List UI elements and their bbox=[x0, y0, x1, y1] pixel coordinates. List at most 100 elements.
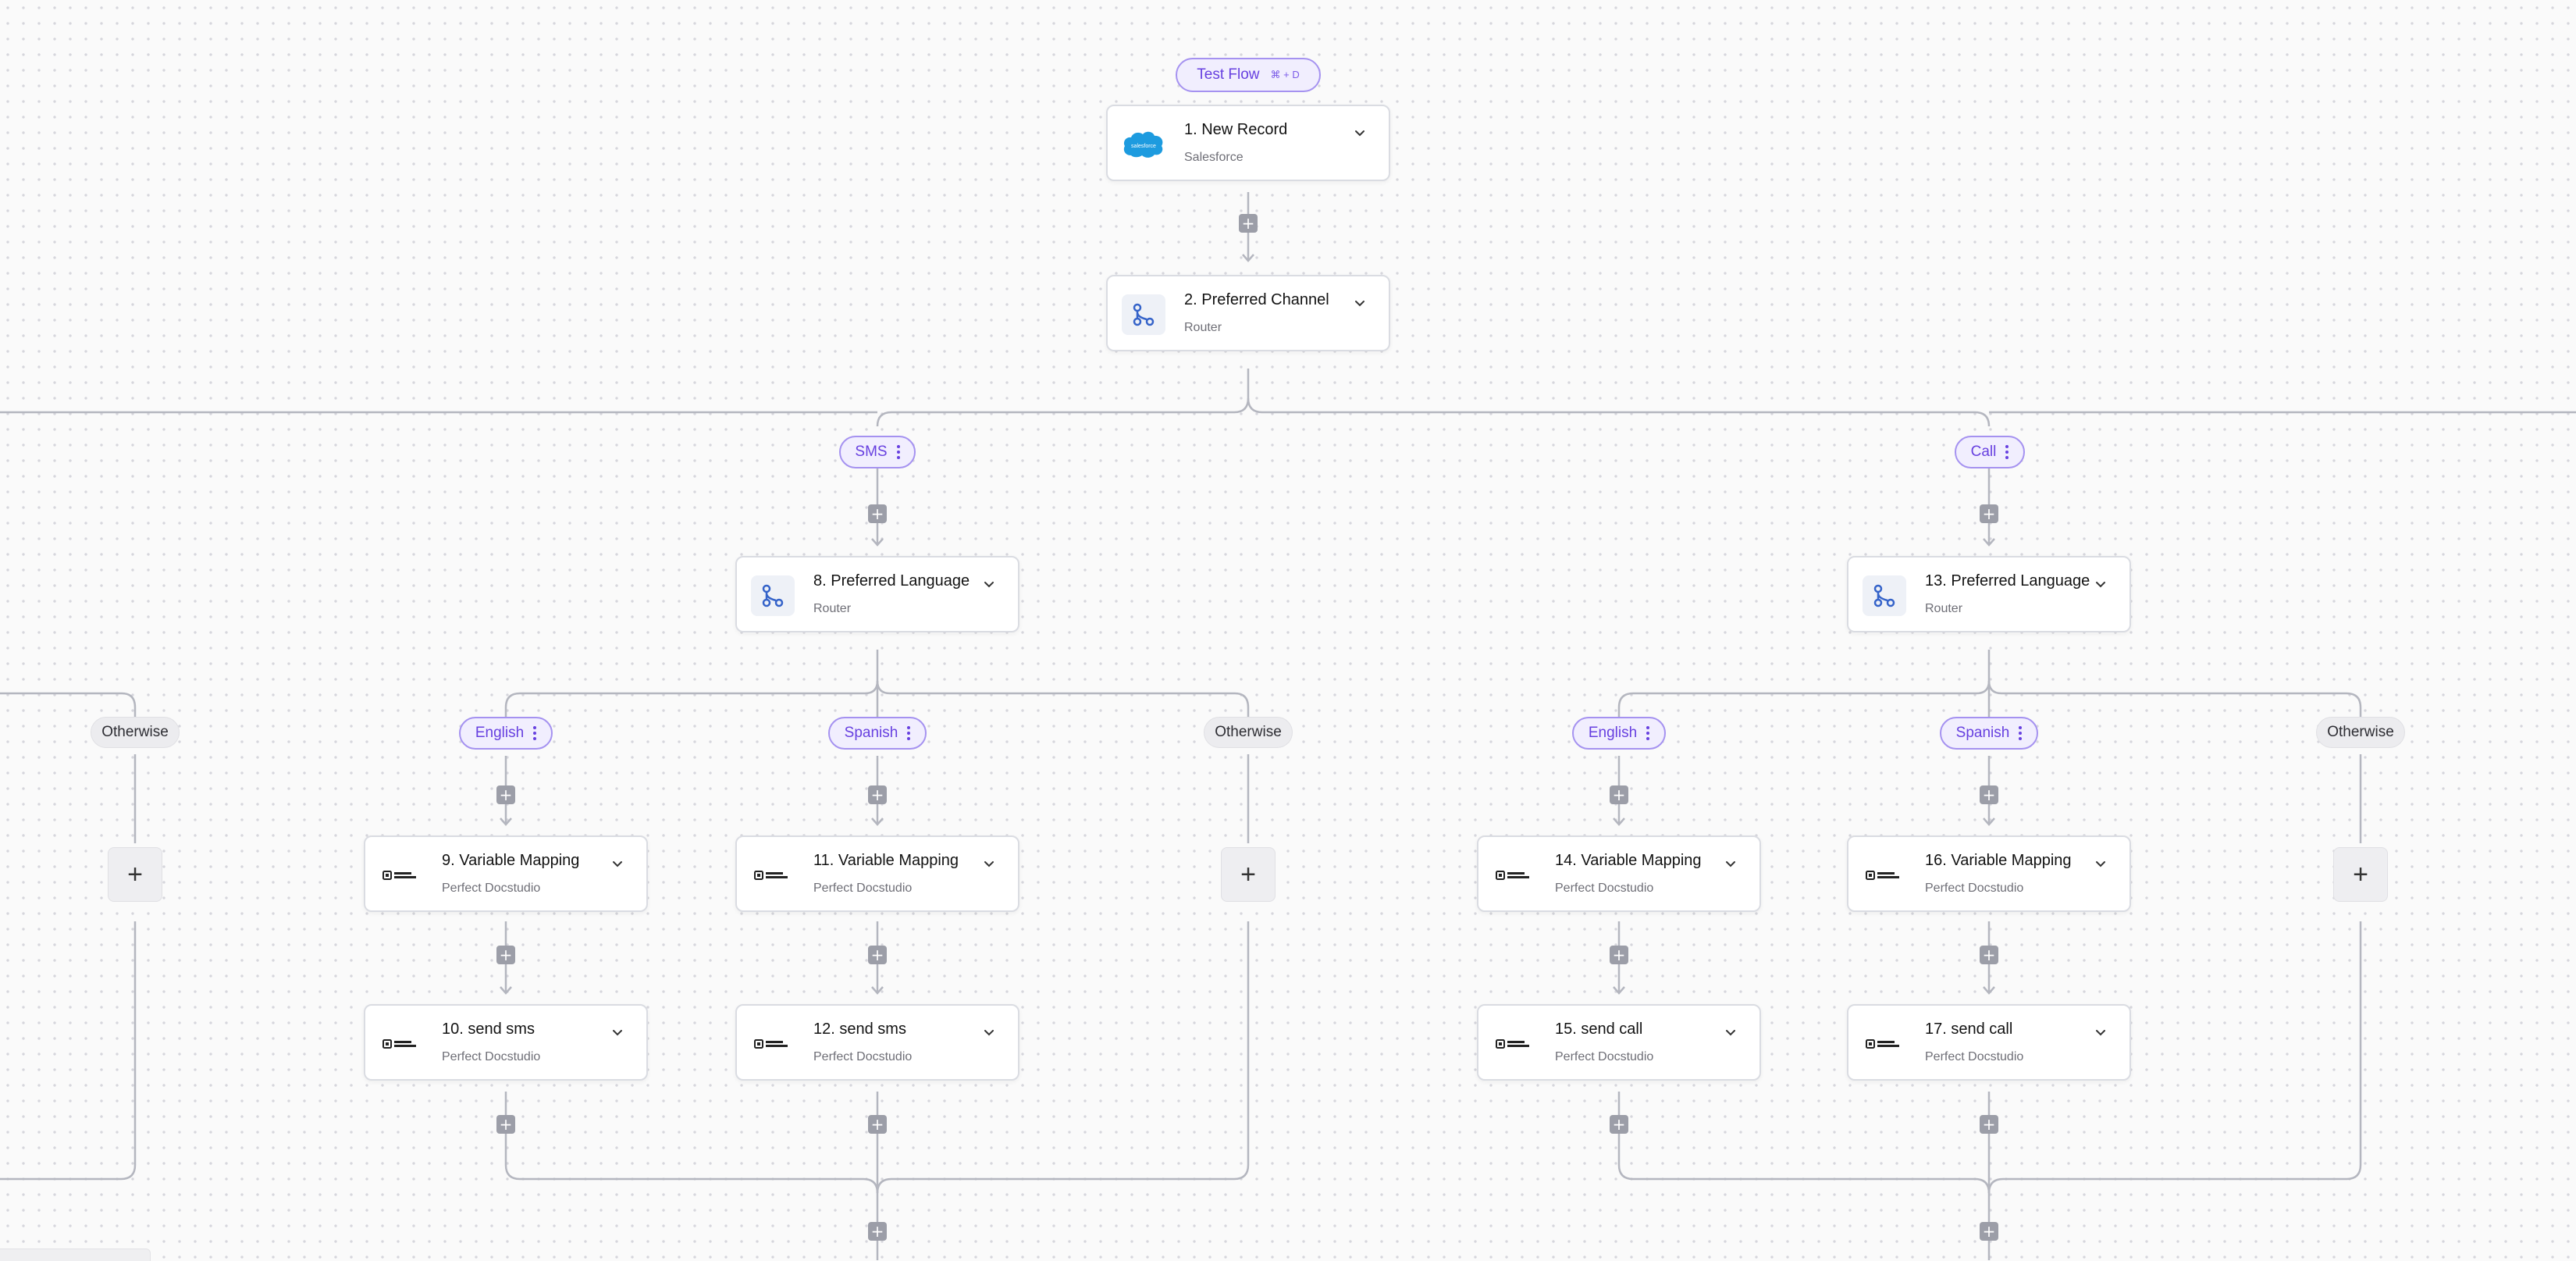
insert-step-plus-icon[interactable]: + bbox=[1980, 1115, 1998, 1134]
chevron-down-icon[interactable] bbox=[610, 1026, 624, 1044]
step-app: Perfect Docstudio bbox=[813, 882, 913, 895]
perfect-docstudio-logo-icon bbox=[1863, 855, 1906, 896]
branch-pill-spanish[interactable]: Spanish bbox=[828, 717, 927, 750]
insert-step-plus-icon[interactable]: + bbox=[868, 1115, 887, 1134]
step-title: 9. Variable Mapping bbox=[442, 852, 580, 869]
insert-step-plus-icon[interactable]: + bbox=[868, 946, 887, 964]
step-title: 16. Variable Mapping bbox=[1925, 852, 2072, 869]
insert-step-plus-icon[interactable]: + bbox=[1980, 946, 1998, 964]
step-title: 2. Preferred Channel bbox=[1184, 291, 1329, 308]
more-options-icon[interactable] bbox=[2005, 445, 2009, 459]
step-node[interactable]: 12. send sms Perfect Docstudio bbox=[735, 1004, 1019, 1081]
step-title: 8. Preferred Language bbox=[813, 572, 970, 590]
insert-step-plus-icon[interactable]: + bbox=[868, 504, 887, 523]
step-title: 14. Variable Mapping bbox=[1555, 852, 1702, 869]
insert-step-plus-icon[interactable]: + bbox=[1610, 785, 1628, 804]
more-options-icon[interactable] bbox=[1646, 726, 1650, 740]
step-node[interactable]: 13. Preferred Language Router bbox=[1847, 556, 2131, 632]
branch-label: English bbox=[475, 725, 525, 741]
step-node[interactable]: 15. send call Perfect Docstudio bbox=[1477, 1004, 1761, 1081]
step-node[interactable]: 9. Variable Mapping Perfect Docstudio bbox=[364, 835, 648, 912]
insert-step-plus-icon[interactable]: + bbox=[496, 946, 515, 964]
add-step-button[interactable]: + bbox=[1221, 847, 1276, 902]
chevron-down-icon[interactable] bbox=[2094, 578, 2108, 596]
otherwise-branch-label[interactable]: Otherwise bbox=[1204, 717, 1293, 748]
branch-pill-call[interactable]: Call bbox=[1955, 436, 2025, 468]
insert-step-plus-icon[interactable]: + bbox=[1610, 1115, 1628, 1134]
chevron-down-icon[interactable] bbox=[982, 857, 996, 875]
chevron-down-icon[interactable] bbox=[1353, 297, 1367, 315]
step-title: 15. send call bbox=[1555, 1021, 1643, 1038]
insert-step-plus-icon[interactable]: + bbox=[1980, 504, 1998, 523]
branch-pill-spanish[interactable]: Spanish bbox=[1940, 717, 2038, 750]
step-node[interactable]: 17. send call Perfect Docstudio bbox=[1847, 1004, 2131, 1081]
step-app: Perfect Docstudio bbox=[1555, 1050, 1654, 1063]
router-icon bbox=[751, 575, 795, 616]
salesforce-logo-icon: salesforce bbox=[1122, 124, 1165, 165]
chevron-down-icon[interactable] bbox=[2094, 857, 2108, 875]
add-step-button[interactable]: + bbox=[2333, 847, 2388, 902]
step-app: Perfect Docstudio bbox=[1555, 882, 1654, 895]
more-options-icon[interactable] bbox=[907, 726, 911, 740]
more-options-icon[interactable] bbox=[533, 726, 537, 740]
step-node[interactable]: salesforce 1. New Record Salesforce bbox=[1106, 105, 1390, 181]
step-node[interactable]: 14. Variable Mapping Perfect Docstudio bbox=[1477, 835, 1761, 912]
step-app: Router bbox=[1925, 602, 1963, 615]
svg-text:salesforce: salesforce bbox=[1131, 144, 1156, 149]
test-flow-label: Test Flow bbox=[1197, 66, 1260, 83]
branch-label: SMS bbox=[855, 443, 888, 460]
test-flow-shortcut: ⌘ + D bbox=[1270, 69, 1300, 80]
step-app: Perfect Docstudio bbox=[1925, 1050, 2024, 1063]
insert-step-plus-icon[interactable]: + bbox=[1610, 946, 1628, 964]
chevron-down-icon[interactable] bbox=[982, 1026, 996, 1044]
branch-pill-english[interactable]: English bbox=[459, 717, 553, 750]
step-title: 10. send sms bbox=[442, 1021, 535, 1038]
branch-label: English bbox=[1588, 725, 1638, 741]
router-icon bbox=[1122, 294, 1165, 335]
step-app: Router bbox=[813, 602, 852, 615]
step-node[interactable]: 10. send sms Perfect Docstudio bbox=[364, 1004, 648, 1081]
step-app: Salesforce bbox=[1184, 151, 1244, 164]
insert-step-plus-icon[interactable]: + bbox=[868, 785, 887, 804]
perfect-docstudio-logo-icon bbox=[1493, 855, 1536, 896]
insert-step-plus-icon[interactable]: + bbox=[1980, 1222, 1998, 1241]
step-app: Perfect Docstudio bbox=[813, 1050, 913, 1063]
branch-pill-sms[interactable]: SMS bbox=[839, 436, 916, 468]
chevron-down-icon[interactable] bbox=[2094, 1026, 2108, 1044]
step-node[interactable]: 16. Variable Mapping Perfect Docstudio bbox=[1847, 835, 2131, 912]
step-app: Perfect Docstudio bbox=[1925, 882, 2024, 895]
step-app: Perfect Docstudio bbox=[442, 882, 541, 895]
insert-step-plus-icon[interactable]: + bbox=[496, 785, 515, 804]
chevron-down-icon[interactable] bbox=[1724, 1026, 1738, 1044]
branch-label: Spanish bbox=[1955, 725, 2010, 741]
step-node[interactable]: 11. Variable Mapping Perfect Docstudio bbox=[735, 835, 1019, 912]
chevron-down-icon[interactable] bbox=[610, 857, 624, 875]
otherwise-branch-label[interactable]: Otherwise bbox=[91, 717, 180, 748]
test-flow-button[interactable]: Test Flow ⌘ + D bbox=[1176, 58, 1321, 92]
branch-label: Call bbox=[1970, 443, 1997, 460]
bottom-left-panel bbox=[0, 1249, 151, 1261]
router-icon bbox=[1863, 575, 1906, 616]
chevron-down-icon[interactable] bbox=[1724, 857, 1738, 875]
step-title: 11. Variable Mapping bbox=[813, 852, 959, 869]
perfect-docstudio-logo-icon bbox=[379, 1024, 423, 1064]
more-options-icon[interactable] bbox=[2019, 726, 2023, 740]
more-options-icon[interactable] bbox=[896, 445, 900, 459]
insert-step-plus-icon[interactable]: + bbox=[868, 1222, 887, 1241]
step-node[interactable]: 8. Preferred Language Router bbox=[735, 556, 1019, 632]
perfect-docstudio-logo-icon bbox=[1863, 1024, 1906, 1064]
chevron-down-icon[interactable] bbox=[1353, 126, 1367, 144]
add-step-button[interactable]: + bbox=[108, 847, 162, 902]
branch-pill-english[interactable]: English bbox=[1572, 717, 1666, 750]
perfect-docstudio-logo-icon bbox=[379, 855, 423, 896]
perfect-docstudio-logo-icon bbox=[1493, 1024, 1536, 1064]
step-node[interactable]: 2. Preferred Channel Router bbox=[1106, 275, 1390, 351]
insert-step-plus-icon[interactable]: + bbox=[496, 1115, 515, 1134]
step-title: 1. New Record bbox=[1184, 121, 1288, 138]
step-title: 12. send sms bbox=[813, 1021, 906, 1038]
branch-label: Spanish bbox=[844, 725, 898, 741]
insert-step-plus-icon[interactable]: + bbox=[1239, 214, 1258, 233]
chevron-down-icon[interactable] bbox=[982, 578, 996, 596]
insert-step-plus-icon[interactable]: + bbox=[1980, 785, 1998, 804]
otherwise-branch-label[interactable]: Otherwise bbox=[2316, 717, 2405, 748]
